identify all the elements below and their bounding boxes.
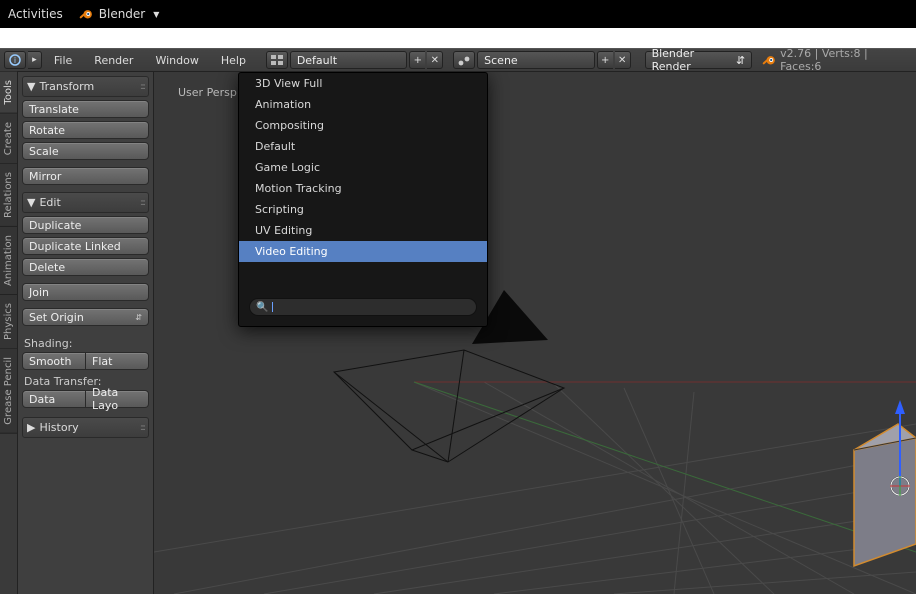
layout-option-scripting[interactable]: Scripting xyxy=(239,199,487,220)
layout-option-default[interactable]: Default xyxy=(239,136,487,157)
blender-logo-icon xyxy=(762,53,776,67)
scene-browse-icon[interactable] xyxy=(453,51,475,69)
layout-add-icon[interactable]: + xyxy=(409,51,425,69)
join-button[interactable]: Join xyxy=(22,283,149,301)
vtab-tools[interactable]: Tools xyxy=(0,72,17,114)
vtab-grease-pencil[interactable]: Grease Pencil xyxy=(0,349,17,434)
chevron-updown-icon: ⇵ xyxy=(736,54,745,67)
layout-option-motion-tracking[interactable]: Motion Tracking xyxy=(239,178,487,199)
flat-button[interactable]: Flat xyxy=(86,352,149,370)
layout-option-animation[interactable]: Animation xyxy=(239,94,487,115)
set-origin-button[interactable]: Set Origin ⇵ xyxy=(22,308,149,326)
rotate-button[interactable]: Rotate xyxy=(22,121,149,139)
shading-label: Shading: xyxy=(22,335,149,352)
header-status: v2.76 | Verts:8 | Faces:6 xyxy=(762,47,912,73)
svg-text:i: i xyxy=(14,56,16,65)
chevron-down-icon: ▼ xyxy=(153,10,159,19)
vtab-relations[interactable]: Relations xyxy=(0,164,17,227)
chevron-updown-icon: ⇵ xyxy=(135,313,142,322)
layout-option-3d-view-full[interactable]: 3D View Full xyxy=(239,73,487,94)
layout-search-input[interactable]: 🔍 xyxy=(249,298,477,316)
render-menu[interactable]: Render xyxy=(84,54,143,67)
scene-add-icon[interactable]: + xyxy=(597,51,613,69)
blender-info-header: i ▸ File Render Window Help Default + ✕ … xyxy=(0,48,916,72)
grip-icon: :::: xyxy=(140,423,144,433)
vtab-animation[interactable]: Animation xyxy=(0,227,17,295)
editor-type-icon[interactable]: i xyxy=(4,51,26,69)
disclosure-down-icon: ▼ xyxy=(27,80,35,93)
main-area: Tools Create Relations Animation Physics… xyxy=(0,72,916,594)
duplicate-linked-button[interactable]: Duplicate Linked xyxy=(22,237,149,255)
app-name: Blender xyxy=(99,7,146,21)
app-menu[interactable]: Blender ▼ xyxy=(79,7,160,21)
grip-icon: :::: xyxy=(140,82,144,92)
disclosure-right-icon: ▶ xyxy=(27,421,35,434)
disclosure-down-icon: ▼ xyxy=(27,196,35,209)
default-cube xyxy=(854,424,916,566)
layout-option-uv-editing[interactable]: UV Editing xyxy=(239,220,487,241)
vtab-physics[interactable]: Physics xyxy=(0,295,17,349)
scale-button[interactable]: Scale xyxy=(22,142,149,160)
3d-viewport[interactable]: User Persp xyxy=(154,72,916,594)
mirror-button[interactable]: Mirror xyxy=(22,167,149,185)
data-layout-button[interactable]: Data Layo xyxy=(86,390,149,408)
render-engine-select[interactable]: Blender Render ⇵ xyxy=(645,51,753,69)
data-button[interactable]: Data xyxy=(22,390,86,408)
layout-option-game-logic[interactable]: Game Logic xyxy=(239,157,487,178)
blender-logo-icon xyxy=(79,7,93,21)
help-menu[interactable]: Help xyxy=(211,54,256,67)
layout-option-compositing[interactable]: Compositing xyxy=(239,115,487,136)
layout-browse-icon[interactable] xyxy=(266,51,288,69)
scene-field-value: Scene xyxy=(484,54,518,67)
layout-option-video-editing[interactable]: Video Editing xyxy=(239,241,487,262)
panel-edit-title: Edit xyxy=(39,196,60,209)
screen-layout-popup: 3D View Full Animation Compositing Defau… xyxy=(238,72,488,327)
panel-transform-title: Transform xyxy=(39,80,94,93)
panel-history-header[interactable]: ▶ History :::: xyxy=(22,417,149,438)
grip-icon: :::: xyxy=(140,198,144,208)
scene-delete-icon[interactable]: ✕ xyxy=(615,51,631,69)
duplicate-button[interactable]: Duplicate xyxy=(22,216,149,234)
layout-field[interactable]: Default xyxy=(290,51,408,69)
panel-transform-header[interactable]: ▼ Transform :::: xyxy=(22,76,149,97)
search-icon: 🔍 xyxy=(256,302,268,313)
delete-button[interactable]: Delete xyxy=(22,258,149,276)
smooth-button[interactable]: Smooth xyxy=(22,352,86,370)
window-chrome-gap xyxy=(0,28,916,48)
text-caret xyxy=(272,302,273,312)
panel-history-title: History xyxy=(39,421,78,434)
editor-type-expand-icon[interactable]: ▸ xyxy=(28,51,42,69)
set-origin-label: Set Origin xyxy=(29,311,84,324)
translate-button[interactable]: Translate xyxy=(22,100,149,118)
header-status-text: v2.76 | Verts:8 | Faces:6 xyxy=(780,47,912,73)
toolshelf-tabs: Tools Create Relations Animation Physics… xyxy=(0,72,18,594)
os-top-bar: Activities Blender ▼ xyxy=(0,0,916,28)
scene-field[interactable]: Scene xyxy=(477,51,595,69)
window-menu[interactable]: Window xyxy=(145,54,208,67)
activities-button[interactable]: Activities xyxy=(8,7,63,21)
file-menu[interactable]: File xyxy=(44,54,82,67)
tool-shelf: ▼ Transform :::: Translate Rotate Scale … xyxy=(18,72,154,594)
layout-delete-icon[interactable]: ✕ xyxy=(427,51,443,69)
layout-field-value: Default xyxy=(297,54,337,67)
panel-edit-header[interactable]: ▼ Edit :::: xyxy=(22,192,149,213)
render-engine-value: Blender Render xyxy=(652,47,736,73)
vtab-create[interactable]: Create xyxy=(0,114,17,164)
